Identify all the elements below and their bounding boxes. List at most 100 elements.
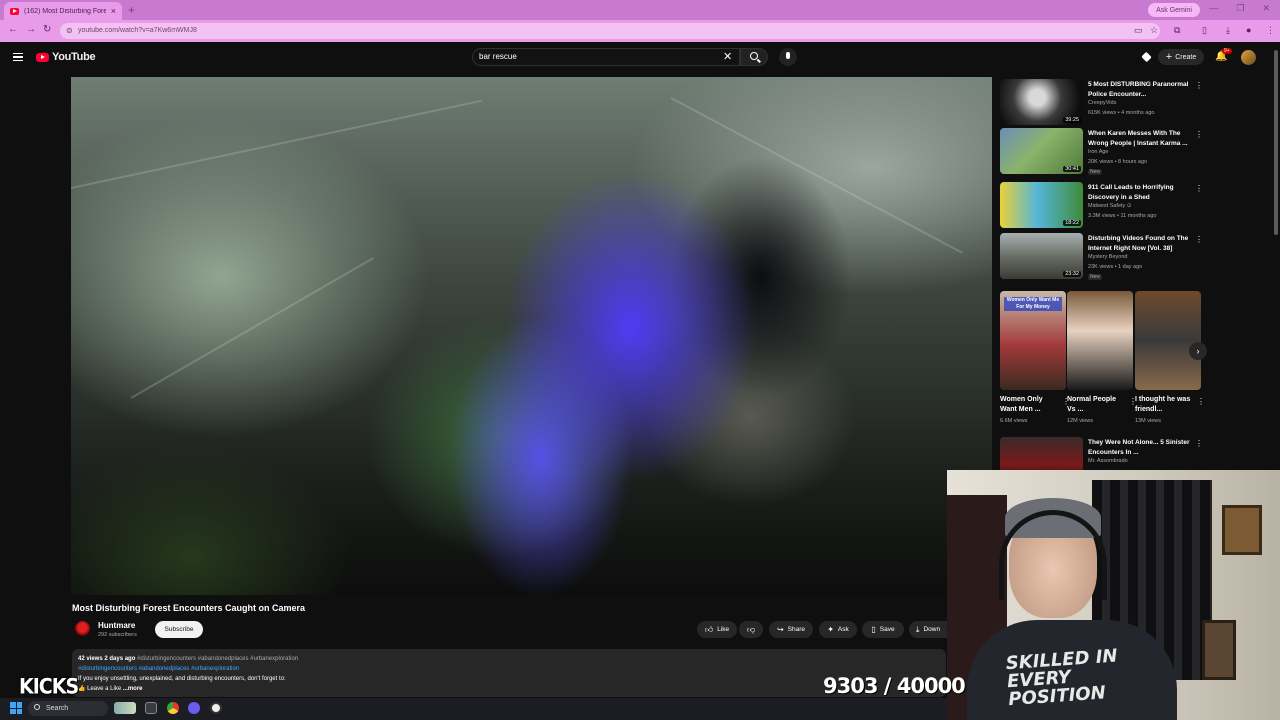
share-button[interactable]: ↪ Share	[769, 621, 813, 638]
site-info-icon[interactable]: ⊜	[66, 23, 73, 39]
recommended-title[interactable]: 911 Call Leads to Horrifying Discovery i…	[1088, 183, 1192, 203]
taskbar-search[interactable]: Search	[28, 701, 108, 716]
more-options-icon[interactable]: ⋮	[1195, 439, 1203, 448]
save-button[interactable]: ▯ Save	[862, 621, 904, 638]
short-card[interactable]: Women Only Want Me For My Money Women On…	[1000, 291, 1070, 424]
recommended-title[interactable]: When Karen Messes With The Wrong People …	[1088, 129, 1192, 149]
windows-start-icon[interactable]	[10, 702, 22, 714]
discord-icon[interactable]	[188, 702, 200, 714]
search-button[interactable]	[740, 48, 768, 66]
short-title[interactable]: Normal People Vs ...	[1067, 395, 1123, 415]
downloads-icon[interactable]: ⤓	[1226, 25, 1230, 36]
browser-tab-active[interactable]: (162) Most Disturbing Fore... ×	[4, 2, 122, 20]
video-thumbnail[interactable]: 23:32	[1000, 233, 1083, 279]
recommended-video[interactable]: 23:32 Disturbing Videos Found on The Int…	[1000, 233, 1203, 280]
menu-dots-icon[interactable]: ⋮	[1266, 25, 1275, 36]
recommended-title[interactable]: Disturbing Videos Found on The Internet …	[1088, 234, 1192, 254]
thumbs-up-icon: 👍︎	[704, 624, 714, 634]
share-arrow-icon: ↪	[776, 625, 784, 634]
restore-icon[interactable]: ❐	[1236, 3, 1244, 14]
channel-avatar[interactable]	[75, 621, 90, 636]
obs-icon[interactable]	[210, 702, 222, 714]
kicks-overlay-label: KICKS	[19, 674, 79, 700]
new-tab-button[interactable]: +	[128, 3, 135, 17]
recommended-channel[interactable]: Mr. Assombrado	[1088, 458, 1128, 464]
recommended-channel[interactable]: CreepyVids	[1088, 100, 1116, 106]
menu-hamburger-icon[interactable]	[13, 53, 23, 61]
hashtags-line[interactable]: #disturbingencounters #abandonedplaces #…	[78, 664, 940, 674]
page-scrollbar[interactable]	[1274, 50, 1278, 235]
more-options-icon[interactable]: ⋮	[1197, 397, 1205, 406]
shirt-text: SKILLED IN EVERY POSITION	[1005, 645, 1119, 711]
download-button[interactable]: ⤓ Down	[909, 621, 947, 638]
back-arrow-icon[interactable]: ←	[8, 24, 18, 35]
chrome-icon[interactable]	[167, 702, 179, 714]
close-window-icon[interactable]: ✕	[1262, 3, 1270, 14]
more-options-icon[interactable]: ⋮	[1195, 81, 1203, 90]
ask-button[interactable]: ✦ Ask	[819, 621, 857, 638]
voice-search-mic-icon[interactable]	[779, 48, 797, 66]
search-input[interactable]: bar rescue	[472, 48, 740, 66]
task-view-icon[interactable]	[145, 702, 157, 714]
recommended-title[interactable]: 5 Most DISTURBING Paranormal Police Enco…	[1088, 80, 1192, 100]
webcam-picture-frame	[1222, 505, 1262, 555]
dislike-button[interactable]: 👎︎	[739, 621, 763, 638]
create-label: Create	[1175, 53, 1197, 61]
tent-seam-line	[71, 99, 483, 189]
recommended-channel[interactable]: Iron Age	[1088, 149, 1109, 155]
recommended-channel[interactable]: Mystery Beyond	[1088, 254, 1127, 260]
video-thumbnail[interactable]: 30:41	[1000, 128, 1083, 174]
more-options-icon[interactable]: ⋮	[1195, 130, 1203, 139]
recommended-video[interactable]: 30:41 When Karen Messes With The Wrong P…	[1000, 128, 1203, 175]
like-button[interactable]: 👍︎ Like	[697, 621, 737, 638]
short-title[interactable]: I thought he was friendl...	[1135, 395, 1191, 415]
short-title[interactable]: Women Only Want Men ...	[1000, 395, 1056, 415]
ask-gemini-button[interactable]: Ask Gemini	[1148, 3, 1200, 17]
taskbar-widget-icon[interactable]	[114, 702, 136, 714]
description-box[interactable]: 42 views 2 days ago #disturbingencounter…	[72, 649, 946, 697]
show-more-link[interactable]: ...more	[123, 686, 143, 692]
short-thumbnail[interactable]	[1135, 291, 1201, 390]
meta-hashtags: #disturbingencounters #abandonedplaces #…	[137, 656, 299, 662]
profile-icon[interactable]: ●	[1246, 25, 1251, 35]
video-thumbnail[interactable]: 39:25	[1000, 79, 1083, 125]
youtube-logo[interactable]: YouTube	[36, 51, 96, 63]
short-card[interactable]: Normal People Vs ... 12M views ⋮	[1067, 291, 1137, 424]
extensions-icon[interactable]: ⧉	[1174, 25, 1180, 36]
clear-search-icon[interactable]: ✕	[723, 50, 732, 63]
tab-close-icon[interactable]: ×	[111, 6, 116, 16]
description-meta-line: 42 views 2 days ago #disturbingencounter…	[78, 654, 940, 664]
minimize-icon[interactable]: —	[1209, 3, 1218, 14]
short-thumbnail[interactable]	[1067, 291, 1133, 390]
recommended-video[interactable]: 39:25 5 Most DISTURBING Paranormal Polic…	[1000, 79, 1203, 125]
shorts-next-arrow-icon[interactable]: ›	[1189, 342, 1207, 360]
install-icon[interactable]: ▭	[1134, 25, 1143, 36]
download-label: Down	[923, 626, 941, 633]
goal-counter: 9303 / 40000	[823, 674, 966, 698]
more-options-icon[interactable]: ⋮	[1195, 184, 1203, 193]
account-avatar[interactable]	[1241, 50, 1256, 65]
subscribe-button[interactable]: Subscribe	[155, 621, 203, 638]
short-thumbnail[interactable]: Women Only Want Me For My Money	[1000, 291, 1066, 390]
short-views: 6.6M views	[1000, 418, 1028, 424]
url-field[interactable]: ⊜ youtube.com/watch?v=a7Kw6mWMJ8	[60, 23, 1160, 39]
channel-subscribers: 292 subscribers	[98, 632, 137, 638]
recommended-title[interactable]: They Were Not Alone... 5 Sinister Encoun…	[1088, 438, 1192, 458]
search-icon	[750, 52, 758, 60]
cast-icon[interactable]	[1141, 51, 1152, 63]
video-thumbnail[interactable]: 18:22	[1000, 182, 1083, 228]
channel-name[interactable]: Huntmare	[98, 621, 135, 630]
new-badge: New	[1088, 169, 1103, 175]
bookmark-star-icon[interactable]: ☆	[1150, 25, 1158, 36]
recommended-video[interactable]: 18:22 911 Call Leads to Horrifying Disco…	[1000, 182, 1203, 228]
video-player[interactable]	[71, 77, 992, 595]
sidebar-icon[interactable]: ▯	[1202, 25, 1207, 36]
reload-icon[interactable]: ↻	[43, 24, 51, 35]
forward-arrow-icon[interactable]: →	[26, 24, 36, 35]
recommended-channel[interactable]: Midwest Safety ⊙	[1088, 203, 1131, 209]
plus-icon: +	[1165, 51, 1173, 63]
sparkle-icon: ✦	[827, 625, 834, 634]
more-options-icon[interactable]: ⋮	[1195, 235, 1203, 244]
youtube-play-icon	[36, 52, 49, 62]
create-button[interactable]: + Create	[1158, 49, 1204, 65]
